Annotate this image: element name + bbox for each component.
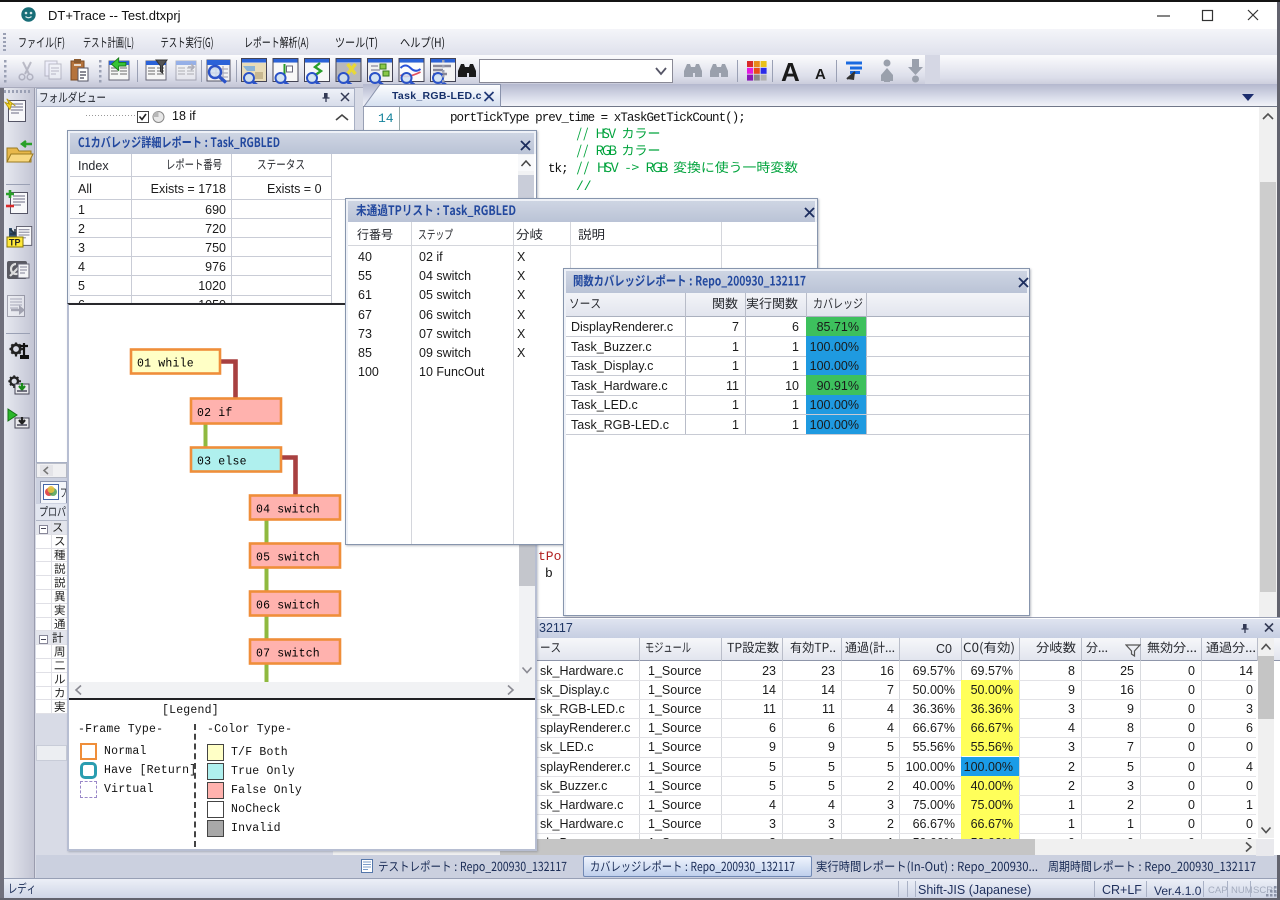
svg-text:04 switch: 04 switch [256, 504, 320, 517]
svg-text:A: A [781, 57, 800, 87]
svg-text:06 switch: 06 switch [256, 600, 320, 613]
svg-text:05 switch: 05 switch [256, 552, 320, 565]
svg-text:02 if: 02 if [197, 407, 233, 420]
svg-text:07 switch: 07 switch [256, 648, 320, 661]
svg-text:01 while: 01 while [137, 358, 194, 371]
svg-text:03 else: 03 else [197, 456, 247, 469]
svg-text:TP: TP [9, 238, 21, 248]
svg-text:A: A [815, 66, 826, 83]
